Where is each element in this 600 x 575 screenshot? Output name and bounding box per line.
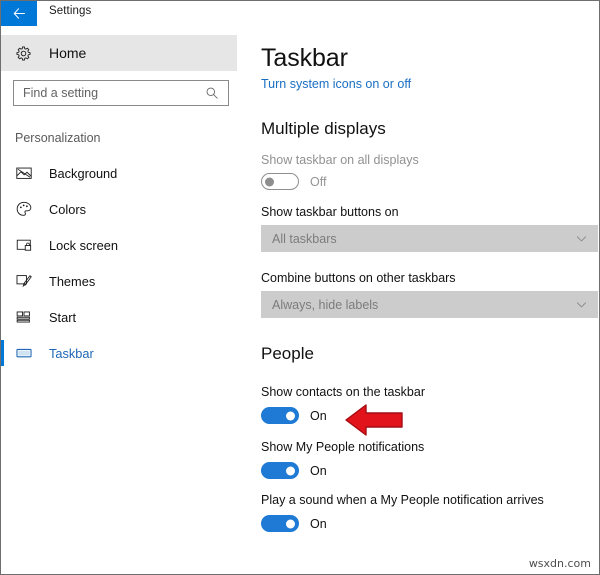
search-icon (206, 87, 218, 99)
search-placeholder: Find a setting (23, 86, 99, 100)
show-contacts-toggle[interactable] (261, 407, 299, 424)
dropdown-selected-value: Always, hide labels (272, 297, 379, 312)
label-show-taskbar-all-displays: Show taskbar on all displays (261, 153, 419, 167)
label-show-taskbar-buttons-on: Show taskbar buttons on (261, 205, 399, 219)
section-heading-multiple-displays: Multiple displays (261, 119, 386, 138)
lock-screen-icon (16, 239, 32, 251)
content-pane: Taskbar Turn system icons on or off Mult… (241, 27, 599, 574)
sidebar-item-lock-screen[interactable]: Lock screen (1, 227, 241, 263)
combine-buttons-dropdown[interactable]: Always, hide labels (261, 291, 598, 318)
title-bar: Settings (1, 1, 599, 27)
page-title: Taskbar (261, 44, 348, 72)
annotation-arrow-icon (345, 404, 403, 436)
sidebar: Home Find a setting Personalization Back… (1, 27, 241, 574)
sidebar-item-start[interactable]: Start (1, 299, 241, 335)
dropdown-selected-value: All taskbars (272, 231, 337, 246)
picture-icon (16, 167, 32, 179)
label-show-notifications: Show My People notifications (261, 440, 425, 454)
show-taskbar-all-displays-row: Off (261, 173, 326, 190)
play-sound-row: On (261, 515, 327, 532)
show-taskbar-all-displays-toggle[interactable] (261, 173, 299, 190)
back-arrow-icon (13, 8, 25, 19)
sidebar-item-background[interactable]: Background (1, 155, 241, 191)
sidebar-item-themes[interactable]: Themes (1, 263, 241, 299)
gear-icon (16, 46, 31, 60)
selection-accent-bar (1, 268, 4, 294)
settings-window: Settings Home Find a setting Personaliza… (0, 0, 600, 575)
back-button[interactable] (1, 1, 37, 26)
toggle-state-label: On (310, 463, 327, 478)
chevron-down-icon (576, 236, 587, 242)
system-icons-link[interactable]: Turn system icons on or off (261, 77, 411, 91)
sidebar-item-label: Background (49, 165, 118, 181)
toggle-state-label: On (310, 408, 327, 423)
window-title: Settings (49, 5, 92, 17)
show-notifications-toggle[interactable] (261, 462, 299, 479)
toggle-knob (286, 519, 295, 528)
toggle-knob (286, 466, 295, 475)
label-show-contacts: Show contacts on the taskbar (261, 385, 425, 399)
toggle-state-label: On (310, 516, 327, 531)
sidebar-item-home[interactable]: Home (1, 35, 237, 71)
sidebar-nav-list: Background Colors Lock screen Themes Sta… (1, 155, 241, 371)
selection-accent-bar (1, 160, 4, 186)
search-input[interactable]: Find a setting (13, 80, 229, 106)
sidebar-group-title: Personalization (15, 131, 101, 145)
selection-accent-bar (1, 340, 4, 366)
section-heading-people: People (261, 344, 314, 363)
selection-accent-bar (1, 232, 4, 258)
toggle-knob (265, 177, 274, 186)
sidebar-item-colors[interactable]: Colors (1, 191, 241, 227)
toggle-knob (286, 411, 295, 420)
sidebar-item-label: Start (49, 309, 77, 325)
sidebar-item-label: Taskbar (49, 345, 94, 361)
watermark: wsxdn.com (528, 557, 591, 570)
sidebar-item-label: Colors (49, 201, 86, 217)
home-label: Home (49, 45, 87, 61)
selection-accent-bar (1, 304, 4, 330)
chevron-down-icon (576, 302, 587, 308)
show-taskbar-buttons-on-dropdown[interactable]: All taskbars (261, 225, 598, 252)
toggle-state-label: Off (310, 174, 327, 189)
label-combine-buttons: Combine buttons on other taskbars (261, 271, 456, 285)
play-sound-toggle[interactable] (261, 515, 299, 532)
selection-accent-bar (1, 196, 4, 222)
label-play-sound: Play a sound when a My People notificati… (261, 493, 544, 507)
brush-icon (16, 275, 32, 288)
start-grid-icon (16, 311, 30, 323)
show-contacts-row: On (261, 407, 327, 424)
sidebar-item-taskbar[interactable]: Taskbar (1, 335, 241, 371)
monitor-icon (16, 348, 32, 358)
sidebar-item-label: Themes (49, 273, 96, 289)
sidebar-item-label: Lock screen (49, 237, 118, 253)
palette-icon (16, 201, 32, 216)
show-notifications-row: On (261, 462, 327, 479)
